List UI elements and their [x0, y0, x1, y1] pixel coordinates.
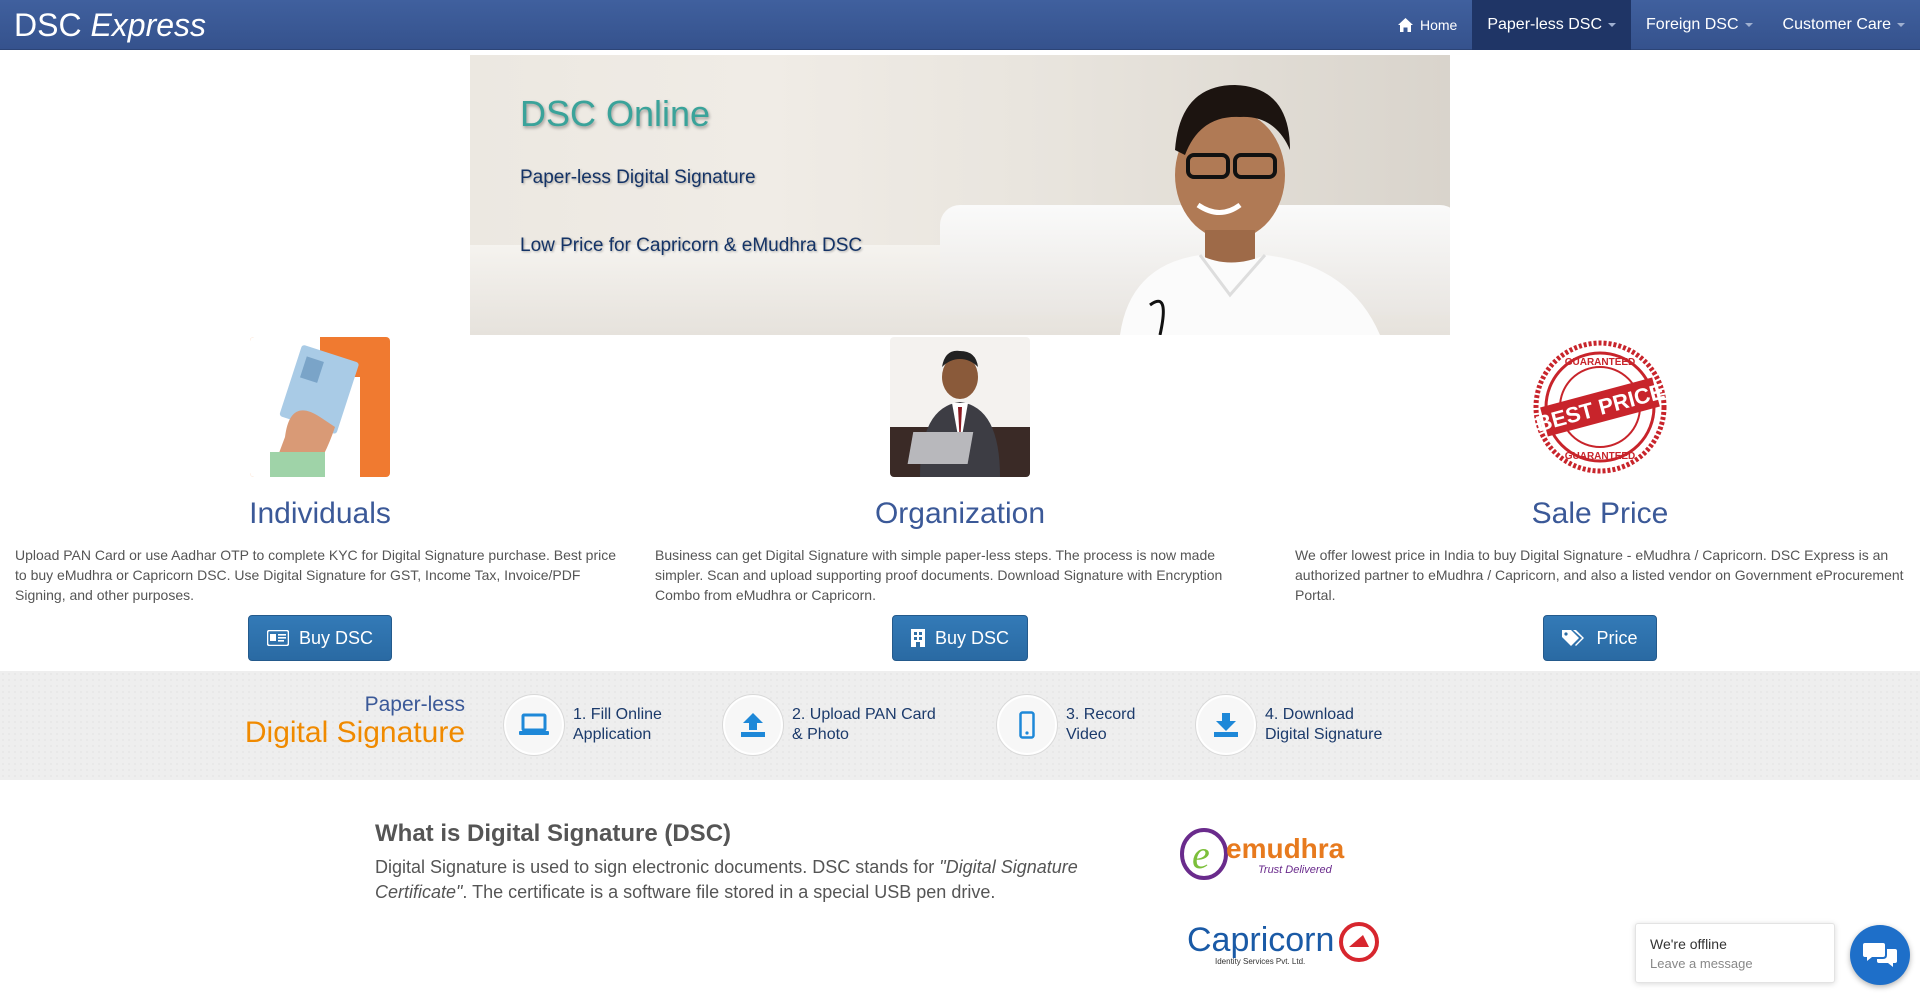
organization-image [890, 337, 1030, 477]
step-circle [996, 694, 1058, 756]
step-2-line-1: 2. Upload PAN Card [792, 706, 936, 723]
price-button-label: Price [1596, 627, 1638, 648]
chat-bubbles-icon [1863, 943, 1897, 967]
upload-icon [741, 713, 765, 737]
individuals-text: Upload PAN Card or use Aadhar OTP to com… [15, 547, 617, 603]
organization-button-label: Buy DSC [934, 627, 1010, 648]
home-icon [1397, 18, 1413, 32]
navbar: DSC Express Home Paper-less DSC Foreign … [0, 0, 1920, 50]
individuals-title: Individuals [249, 497, 391, 530]
hero-title: DSC Online [520, 93, 711, 134]
chat-offline-box[interactable]: We're offline Leave a message [1635, 923, 1835, 983]
what-text-a: Digital Signature is used to sign electr… [375, 857, 940, 877]
capricorn-wordmark: Capricorn [1187, 921, 1334, 959]
organization-buy-dsc-button[interactable]: Buy DSC [891, 615, 1029, 661]
individuals-image [250, 337, 390, 477]
step-circle [722, 694, 784, 756]
emudhra-logo[interactable]: e emudhra Trust Delivered [1180, 826, 1380, 882]
step-circle [1195, 694, 1257, 756]
what-text-b: . The certificate is a software file sto… [462, 882, 996, 902]
feature-sale-price: GUARANTEED BEST PRICE GUARANTEED Sale Pr… [1280, 337, 1920, 661]
laptop-icon [519, 713, 549, 735]
nav-menu: Home Paper-less DSC Foreign DSC Customer… [1383, 0, 1920, 50]
mobile-icon [1019, 711, 1035, 739]
price-button[interactable]: Price [1543, 615, 1657, 661]
capricorn-logo[interactable]: Capricorn Identity Services Pvt. Ltd. [1185, 917, 1380, 967]
step-upload-pan: 2. Upload PAN Card & Photo [722, 694, 936, 756]
step-record-video: 3. Record Video [996, 694, 1136, 756]
chat-launcher-button[interactable] [1850, 925, 1910, 985]
sale-price-text: We offer lowest price in India to buy Di… [1295, 547, 1904, 603]
stamp-bottom-text: GUARANTEED [1565, 451, 1636, 462]
best-price-stamp-image: GUARANTEED BEST PRICE GUARANTEED [1530, 337, 1670, 477]
capricorn-tagline: Identity Services Pvt. Ltd. [1215, 957, 1305, 966]
individuals-buy-dsc-button[interactable]: Buy DSC [247, 615, 393, 661]
step-4-line-1: 4. Download [1265, 706, 1354, 723]
individuals-button-label: Buy DSC [298, 627, 374, 648]
nav-home[interactable]: Home [1383, 0, 1472, 50]
what-heading: What is Digital Signature (DSC) [375, 820, 732, 847]
brand-main: DSC [14, 7, 91, 43]
nav-foreign-dsc[interactable]: Foreign DSC [1631, 0, 1767, 50]
hero-person-image [1120, 85, 1380, 335]
step-3-line-1: 3. Record [1066, 706, 1136, 723]
step-3-line-2: Video [1066, 726, 1107, 743]
chat-status: We're offline [1650, 936, 1727, 952]
brand-italic: Express [90, 7, 207, 43]
emudhra-tagline: Trust Delivered [1258, 864, 1333, 876]
caret-down-icon [1744, 23, 1753, 27]
feature-organization: Organization Business can get Digital Si… [640, 337, 1280, 661]
nav-paperless-label: Paper-less DSC [1487, 16, 1603, 33]
building-icon [910, 629, 925, 647]
sale-price-title: Sale Price [1531, 497, 1669, 530]
hero-line-1: Paper-less Digital Signature [520, 167, 756, 188]
nav-customer-care[interactable]: Customer Care [1768, 0, 1920, 50]
hero-line-2: Low Price for Capricorn & eMudhra DSC [520, 235, 863, 256]
nav-paperless-dsc[interactable]: Paper-less DSC [1472, 0, 1632, 50]
feature-individuals: Individuals Upload PAN Card or use Aadha… [0, 337, 640, 661]
step-fill-application: 1. Fill Online Application [503, 694, 662, 756]
hero-banner: DSC Online Paper-less Digital Signature … [470, 55, 1450, 335]
id-card-icon [266, 630, 289, 646]
step-4-line-2: Digital Signature [1265, 726, 1383, 743]
what-text: Digital Signature is used to sign electr… [375, 855, 1095, 905]
step-1-line-1: 1. Fill Online [573, 706, 662, 723]
svg-text:e: e [1192, 832, 1210, 877]
emudhra-wordmark: emudhra [1226, 833, 1345, 864]
step-circle [503, 694, 565, 756]
step-2-line-2: & Photo [792, 726, 849, 743]
steps-title-1: Paper-less [364, 693, 465, 716]
nav-customer-care-label: Customer Care [1782, 16, 1891, 33]
tags-icon [1562, 630, 1585, 646]
download-icon [1214, 713, 1238, 737]
organization-title: Organization [874, 497, 1046, 530]
nav-foreign-label: Foreign DSC [1646, 16, 1739, 33]
caret-down-icon [1608, 23, 1617, 27]
steps-bar: Paper-less Digital Signature 1. Fill Onl… [0, 671, 1920, 780]
chat-leave-message[interactable]: Leave a message [1650, 956, 1820, 971]
nav-home-label: Home [1419, 17, 1458, 33]
organization-text: Business can get Digital Signature with … [655, 547, 1223, 603]
stamp-top-text: GUARANTEED [1565, 357, 1636, 368]
step-1-line-2: Application [573, 726, 652, 743]
brand-logo[interactable]: DSC Express [14, 7, 206, 44]
stamp-main-text: BEST PRICE [1533, 378, 1667, 436]
caret-down-icon [1897, 23, 1905, 27]
step-download-signature: 4. Download Digital Signature [1195, 694, 1383, 756]
steps-title-2: Digital Signature [244, 716, 465, 749]
